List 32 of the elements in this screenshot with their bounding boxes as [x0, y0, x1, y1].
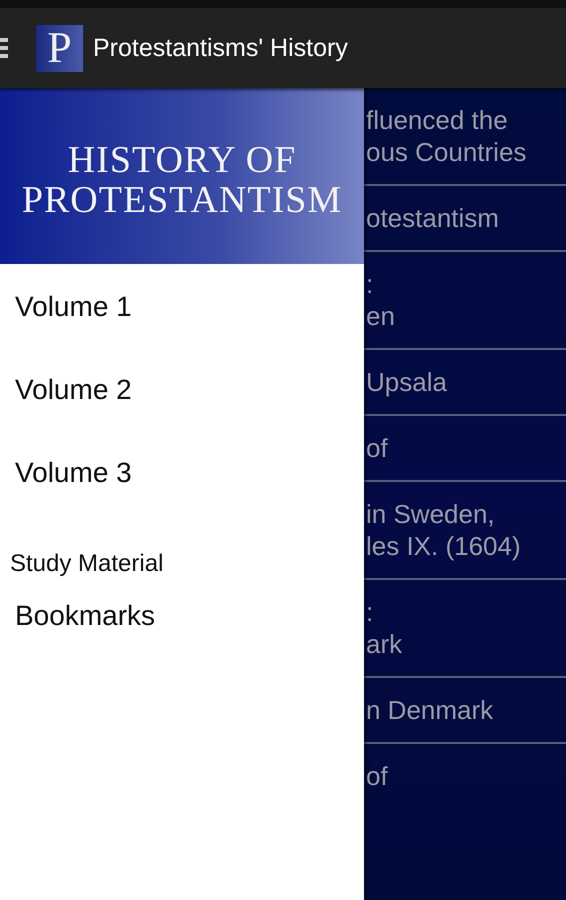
row-text: n Denmark — [366, 694, 494, 726]
list-row[interactable]: in Sweden, les IX. (1604) — [364, 482, 566, 580]
drawer-item[interactable]: Bookmarks — [0, 597, 364, 635]
list-row[interactable]: : ark — [364, 580, 566, 678]
drawer-item[interactable]: Volume 2 — [0, 371, 364, 454]
row-text: ark — [366, 628, 404, 660]
row-text: fluenced the — [366, 104, 509, 136]
list-row[interactable]: otestantism — [364, 186, 566, 252]
drawer-item[interactable]: Volume 3 — [0, 454, 364, 537]
list-row[interactable]: fluenced the ous Countries — [364, 88, 566, 186]
list-row[interactable]: : en — [364, 252, 566, 350]
row-text: of — [366, 760, 389, 792]
app-title: Protestantisms' History — [93, 34, 348, 62]
list-row[interactable]: n Denmark — [364, 678, 566, 744]
drawer-item[interactable]: Volume 1 — [0, 288, 364, 371]
row-text: : — [366, 596, 374, 628]
app-logo[interactable]: P — [36, 24, 83, 72]
list-row[interactable]: Upsala — [364, 350, 566, 416]
menu-icon[interactable] — [0, 38, 8, 58]
drawer-item[interactable]: Study Material — [0, 537, 364, 597]
row-text: otestantism — [366, 202, 500, 234]
list-row[interactable]: of — [364, 744, 566, 900]
row-text: in Sweden, — [366, 498, 496, 530]
row-text: : — [366, 268, 374, 300]
row-text: Upsala — [366, 366, 448, 398]
row-text: les IX. (1604) — [366, 530, 522, 562]
row-text: en — [366, 300, 396, 332]
row-text: ous Countries — [366, 136, 528, 168]
header-title-line: PROTESTANTISM — [22, 180, 342, 220]
list-row[interactable]: of — [364, 416, 566, 482]
header-title-line: HISTORY OF — [68, 140, 296, 180]
row-text: of — [366, 432, 389, 464]
